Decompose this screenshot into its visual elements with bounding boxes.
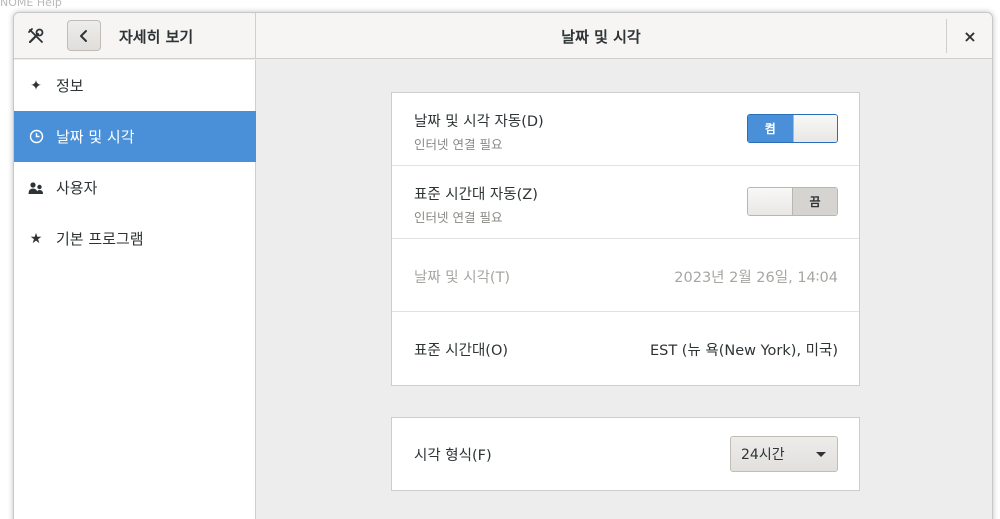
- page-title: 날짜 및 시각: [561, 28, 641, 46]
- chevron-down-icon: [816, 452, 826, 457]
- time-format-row: 시각 형식(F) 24시간: [392, 418, 859, 490]
- header-left-pane: 자세히 보기: [14, 13, 256, 59]
- sidebar-item-default-apps[interactable]: ★ 기본 프로그램: [14, 213, 256, 264]
- sidebar-item-label: 사용자: [56, 179, 98, 197]
- sparkle-icon: ✦: [30, 77, 42, 94]
- datetime-settings-card: 날짜 및 시각 자동(D) 인터넷 연결 필요 켬 표준 시간대 자동(Z) 인…: [391, 92, 860, 386]
- auto-datetime-subtitle: 인터넷 연결 필요: [414, 137, 503, 152]
- auto-timezone-row: 표준 시간대 자동(Z) 인터넷 연결 필요 끔: [392, 166, 859, 239]
- background-window-title: NOME Help: [0, 0, 62, 9]
- star-icon: ★: [29, 230, 43, 247]
- timezone-row[interactable]: 표준 시간대(O) EST (뉴 욕(New York), 미국): [392, 312, 859, 385]
- time-format-title: 시각 형식(F): [414, 448, 492, 464]
- sidebar-item-label: 기본 프로그램: [56, 230, 144, 248]
- sidebar-item-label: 정보: [56, 77, 84, 95]
- switch-on-label: 켬: [748, 115, 793, 142]
- tools-icon[interactable]: [22, 22, 50, 50]
- header-bar: 자세히 보기 날짜 및 시각 ×: [14, 13, 992, 59]
- auto-timezone-subtitle: 인터넷 연결 필요: [414, 210, 503, 225]
- time-format-card: 시각 형식(F) 24시간: [391, 417, 860, 491]
- sidebar-item-label: 날짜 및 시각: [56, 128, 135, 146]
- auto-timezone-switch[interactable]: 끔: [747, 187, 838, 216]
- chevron-left-icon: [80, 29, 87, 42]
- auto-datetime-switch[interactable]: 켬: [747, 114, 838, 143]
- time-format-dropdown[interactable]: 24시간: [730, 436, 838, 472]
- clock-icon: [28, 129, 44, 145]
- sidebar-item-about[interactable]: ✦ 정보: [14, 60, 256, 111]
- switch-off-label: 끔: [793, 188, 837, 215]
- timezone-value: EST (뉴 욕(New York), 미국): [649, 343, 838, 359]
- details-title: 자세히 보기: [119, 28, 194, 46]
- back-button[interactable]: [67, 20, 101, 51]
- settings-window: 자세히 보기 날짜 및 시각 × ✦ 정보 날짜 및 시각 사용자 ★ 기본 프…: [13, 12, 993, 519]
- datetime-value: 2023년 2월 26일, 14∶04: [674, 270, 838, 286]
- auto-datetime-title: 날짜 및 시각 자동(D): [414, 114, 544, 130]
- close-button[interactable]: ×: [958, 25, 982, 47]
- datetime-row[interactable]: 날짜 및 시각(T) 2023년 2월 26일, 14∶04: [392, 239, 859, 312]
- sidebar-item-datetime[interactable]: 날짜 및 시각: [14, 111, 256, 162]
- time-format-selected: 24시간: [741, 447, 785, 463]
- switch-knob: [748, 188, 793, 215]
- users-icon: [28, 180, 44, 196]
- header-separator: [946, 19, 947, 53]
- main-content: 날짜 및 시각 자동(D) 인터넷 연결 필요 켬 표준 시간대 자동(Z) 인…: [257, 60, 992, 519]
- datetime-title: 날짜 및 시각(T): [414, 270, 511, 286]
- timezone-title: 표준 시간대(O): [414, 343, 509, 359]
- switch-knob: [792, 115, 837, 142]
- sidebar-item-users[interactable]: 사용자: [14, 162, 256, 213]
- sidebar: ✦ 정보 날짜 및 시각 사용자 ★ 기본 프로그램: [14, 60, 256, 519]
- auto-timezone-title: 표준 시간대 자동(Z): [414, 187, 538, 203]
- auto-datetime-row: 날짜 및 시각 자동(D) 인터넷 연결 필요 켬: [392, 93, 859, 166]
